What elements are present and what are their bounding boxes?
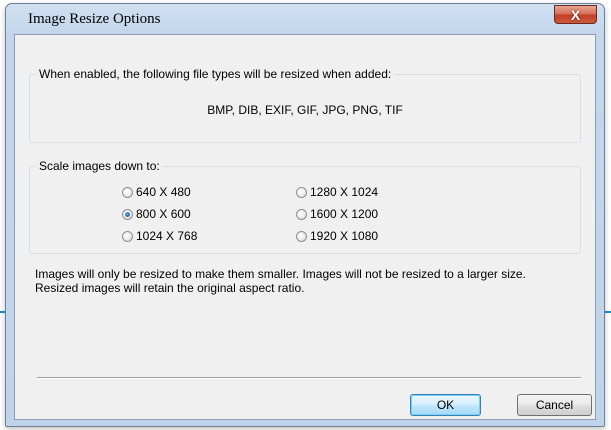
scale-group-legend: Scale images down to: bbox=[36, 159, 163, 173]
radio-label: 800 X 600 bbox=[136, 207, 191, 221]
info-line-1: Images will only be resized to make them… bbox=[35, 267, 526, 281]
radio-1600x1200[interactable]: 1600 X 1200 bbox=[296, 207, 378, 221]
dialog-title: Image Resize Options bbox=[28, 11, 161, 27]
radio-button-icon bbox=[296, 208, 307, 220]
close-icon: X bbox=[570, 6, 581, 23]
radio-label: 1024 X 768 bbox=[136, 229, 198, 243]
ok-button[interactable]: OK bbox=[410, 394, 481, 416]
dialog-body: When enabled, the following file types w… bbox=[14, 34, 596, 420]
close-button[interactable]: X bbox=[554, 5, 597, 24]
scale-group: Scale images down to: 640 X 480 800 X 60… bbox=[29, 159, 581, 254]
radio-label: 1280 X 1024 bbox=[310, 185, 379, 199]
radio-button-selected-icon bbox=[122, 208, 133, 220]
title-bar[interactable]: Image Resize Options X bbox=[6, 4, 604, 34]
filetypes-group-legend: When enabled, the following file types w… bbox=[36, 67, 395, 81]
radio-label: 640 X 480 bbox=[136, 185, 191, 199]
filetypes-list: BMP, DIB, EXIF, GIF, JPG, PNG, TIF bbox=[207, 103, 403, 117]
filetypes-group: When enabled, the following file types w… bbox=[29, 67, 581, 143]
radio-1024x768[interactable]: 1024 X 768 bbox=[122, 229, 197, 243]
radio-1280x1024[interactable]: 1280 X 1024 bbox=[296, 185, 378, 199]
cancel-button[interactable]: Cancel bbox=[517, 394, 592, 416]
radio-button-icon bbox=[122, 186, 133, 198]
info-text: Images will only be resized to make them… bbox=[35, 267, 585, 295]
background-accent-line-right bbox=[605, 311, 611, 313]
info-line-2: Resized images will retain the original … bbox=[35, 281, 305, 295]
radio-label: 1920 X 1080 bbox=[310, 229, 379, 243]
radio-640x480[interactable]: 640 X 480 bbox=[122, 185, 191, 199]
separator bbox=[37, 377, 581, 379]
radio-button-icon bbox=[122, 230, 133, 242]
radio-1920x1080[interactable]: 1920 X 1080 bbox=[296, 229, 378, 243]
radio-label: 1600 X 1200 bbox=[310, 207, 379, 221]
radio-button-icon bbox=[296, 186, 307, 198]
radio-button-icon bbox=[296, 230, 307, 242]
radio-800x600[interactable]: 800 X 600 bbox=[122, 207, 191, 221]
image-resize-options-dialog: Image Resize Options X When enabled, the… bbox=[5, 3, 605, 427]
